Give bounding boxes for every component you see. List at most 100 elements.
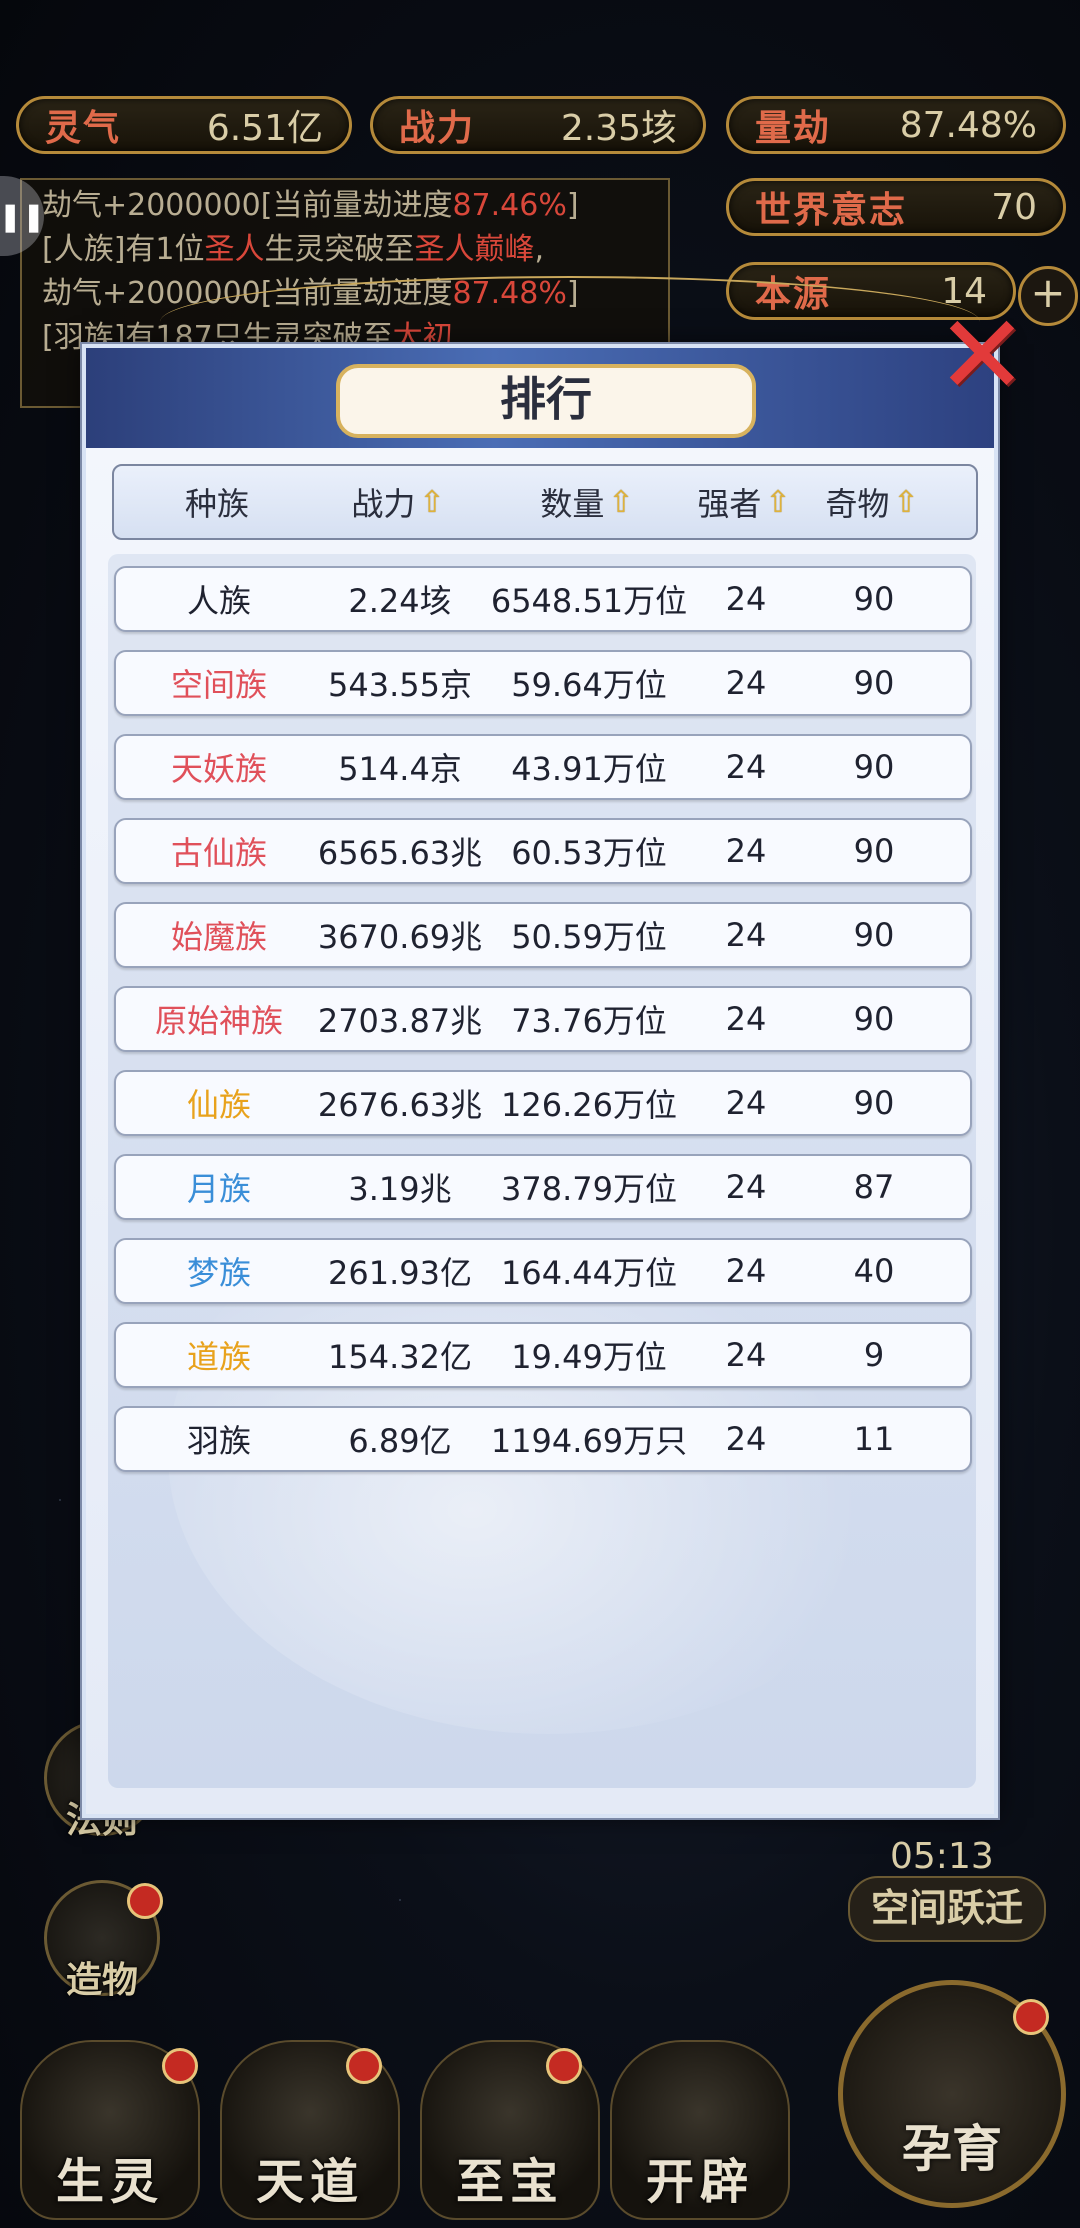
kai-pi-button[interactable]: 开辟 (610, 2040, 790, 2220)
space-jump-button[interactable]: 空间跃迁 (848, 1876, 1046, 1942)
race-name: 梦族 (186, 1254, 251, 1292)
table-row[interactable]: 羽族 6.89亿 1194.69万只 24 11 (114, 1406, 972, 1472)
items-value: 90 (853, 664, 895, 702)
zao-wu-label: 造物 (65, 1959, 139, 2001)
strong-value: 24 (725, 1084, 767, 1122)
liangjie-stat[interactable]: 量劫 87.48% (726, 96, 1066, 154)
notification-dot (546, 2048, 582, 2084)
yun-yu-button[interactable]: 孕育 (838, 1980, 1066, 2208)
items-value: 90 (853, 1000, 895, 1038)
yun-yu-label: 孕育 (902, 2119, 1002, 2178)
tian-dao-button[interactable]: 天道 (220, 2040, 400, 2220)
lingqi-stat[interactable]: 灵气 6.51亿 (16, 96, 352, 154)
power-value: 2703.87兆 (317, 1002, 483, 1040)
col-strong-sort[interactable]: 强者 ⇧ (697, 466, 791, 538)
strong-value: 24 (725, 580, 767, 618)
items-value: 90 (853, 832, 895, 870)
count-value: 60.53万位 (511, 834, 667, 872)
power-value: 261.93亿 (328, 1254, 472, 1292)
count-value: 164.44万位 (501, 1254, 677, 1292)
liangjie-value: 87.48% (899, 104, 1037, 146)
table-row[interactable]: 天妖族 514.4京 43.91万位 24 90 (114, 734, 972, 800)
table-row[interactable]: 人族 2.24垓 6548.51万位 24 90 (114, 566, 972, 632)
table-row[interactable]: 仙族 2676.63兆 126.26万位 24 90 (114, 1070, 972, 1136)
zao-wu-button[interactable]: 造物 (44, 1880, 163, 2001)
table-row[interactable]: 梦族 261.93亿 164.44万位 24 40 (114, 1238, 972, 1304)
sheng-ling-label: 生灵 (55, 2154, 165, 2210)
strong-value: 24 (725, 1336, 767, 1374)
items-value: 90 (853, 916, 895, 954)
zhi-bao-label: 至宝 (455, 2154, 565, 2210)
count-value: 50.59万位 (511, 918, 667, 956)
ranking-list[interactable]: 人族 2.24垓 6548.51万位 24 90 空间族 543.55京 59.64万位 24 9… (108, 554, 976, 1788)
race-name: 月族 (186, 1170, 251, 1208)
strong-value: 24 (725, 1000, 767, 1038)
race-name: 空间族 (170, 666, 267, 704)
ranking-modal: 排行 种族 战力 ⇧ 数量 ⇧ 强者 ⇧ 奇物 ⇧ 人族 2.24垓 6548.51万位 24… (82, 344, 998, 1818)
close-icon[interactable]: ✕ (934, 300, 1030, 410)
power-value: 543.55京 (328, 666, 472, 704)
count-value: 126.26万位 (501, 1086, 677, 1124)
world-will-stat[interactable]: 世界意志 70 (726, 178, 1066, 236)
world-will-label: 世界意志 (755, 189, 908, 231)
col-power-sort[interactable]: 战力 ⇧ (320, 466, 476, 538)
count-value: 19.49万位 (511, 1338, 667, 1376)
strong-value: 24 (725, 1252, 767, 1290)
count-value: 59.64万位 (511, 666, 667, 704)
notification-dot (127, 1883, 163, 1919)
count-value: 378.79万位 (501, 1170, 677, 1208)
table-row[interactable]: 空间族 543.55京 59.64万位 24 90 (114, 650, 972, 716)
col-race: 种族 (184, 485, 249, 523)
race-name: 人族 (186, 582, 251, 620)
items-value: 90 (853, 1084, 895, 1122)
tian-dao-label: 天道 (255, 2154, 365, 2210)
items-value: 90 (853, 748, 895, 786)
strong-value: 24 (725, 1420, 767, 1458)
table-row[interactable]: 古仙族 6565.63兆 60.53万位 24 90 (114, 818, 972, 884)
log-line: 劫气+2000000[当前量劫进度87.46%] (42, 188, 579, 223)
race-name: 仙族 (186, 1086, 251, 1124)
race-name: 羽族 (186, 1422, 251, 1460)
log-line: [人族]有1位圣人生灵突破至圣人巅峰, (42, 232, 545, 267)
items-value: 87 (853, 1168, 895, 1206)
jump-timer: 05:13 (890, 1836, 994, 1877)
items-value: 40 (853, 1252, 895, 1290)
world-will-value: 70 (991, 186, 1037, 228)
zhanli-stat[interactable]: 战力 2.35垓 (370, 96, 706, 154)
table-row[interactable]: 始魔族 3670.69兆 50.59万位 24 90 (114, 902, 972, 968)
zhanli-value: 2.35垓 (560, 108, 677, 149)
power-value: 3670.69兆 (317, 918, 483, 956)
zhi-bao-button[interactable]: 至宝 (420, 2040, 600, 2220)
sort-arrow-icon: ⇧ (893, 484, 919, 520)
col-items-sort[interactable]: 奇物 ⇧ (790, 466, 954, 538)
items-value: 11 (853, 1420, 895, 1458)
count-value: 1194.69万只 (490, 1422, 688, 1460)
table-row[interactable]: 原始神族 2703.87兆 73.76万位 24 90 (114, 986, 972, 1052)
lingqi-label: 灵气 (45, 107, 122, 149)
sheng-ling-button[interactable]: 生灵 (20, 2040, 200, 2220)
sort-arrow-icon: ⇧ (765, 484, 791, 520)
count-value: 43.91万位 (511, 750, 667, 788)
sort-arrow-icon: ⇧ (419, 484, 445, 520)
power-value: 514.4京 (338, 750, 462, 788)
race-name: 古仙族 (170, 834, 267, 872)
col-count-sort[interactable]: 数量 ⇧ (476, 466, 698, 538)
items-value: 90 (853, 580, 895, 618)
table-header: 种族 战力 ⇧ 数量 ⇧ 强者 ⇧ 奇物 ⇧ (112, 464, 978, 540)
sort-arrow-icon: ⇧ (608, 484, 634, 520)
strong-value: 24 (725, 1168, 767, 1206)
power-value: 154.32亿 (328, 1338, 472, 1376)
count-value: 6548.51万位 (490, 582, 688, 620)
power-value: 3.19兆 (348, 1170, 452, 1208)
kai-pi-label: 开辟 (645, 2154, 755, 2210)
count-value: 73.76万位 (511, 1002, 667, 1040)
race-name: 原始神族 (154, 1002, 283, 1040)
liangjie-label: 量劫 (755, 107, 832, 149)
strong-value: 24 (725, 664, 767, 702)
notification-dot (346, 2048, 382, 2084)
strong-value: 24 (725, 832, 767, 870)
modal-title: 排行 (336, 364, 756, 438)
lingqi-value: 6.51亿 (206, 108, 323, 149)
table-row[interactable]: 道族 154.32亿 19.49万位 24 9 (114, 1322, 972, 1388)
table-row[interactable]: 月族 3.19兆 378.79万位 24 87 (114, 1154, 972, 1220)
